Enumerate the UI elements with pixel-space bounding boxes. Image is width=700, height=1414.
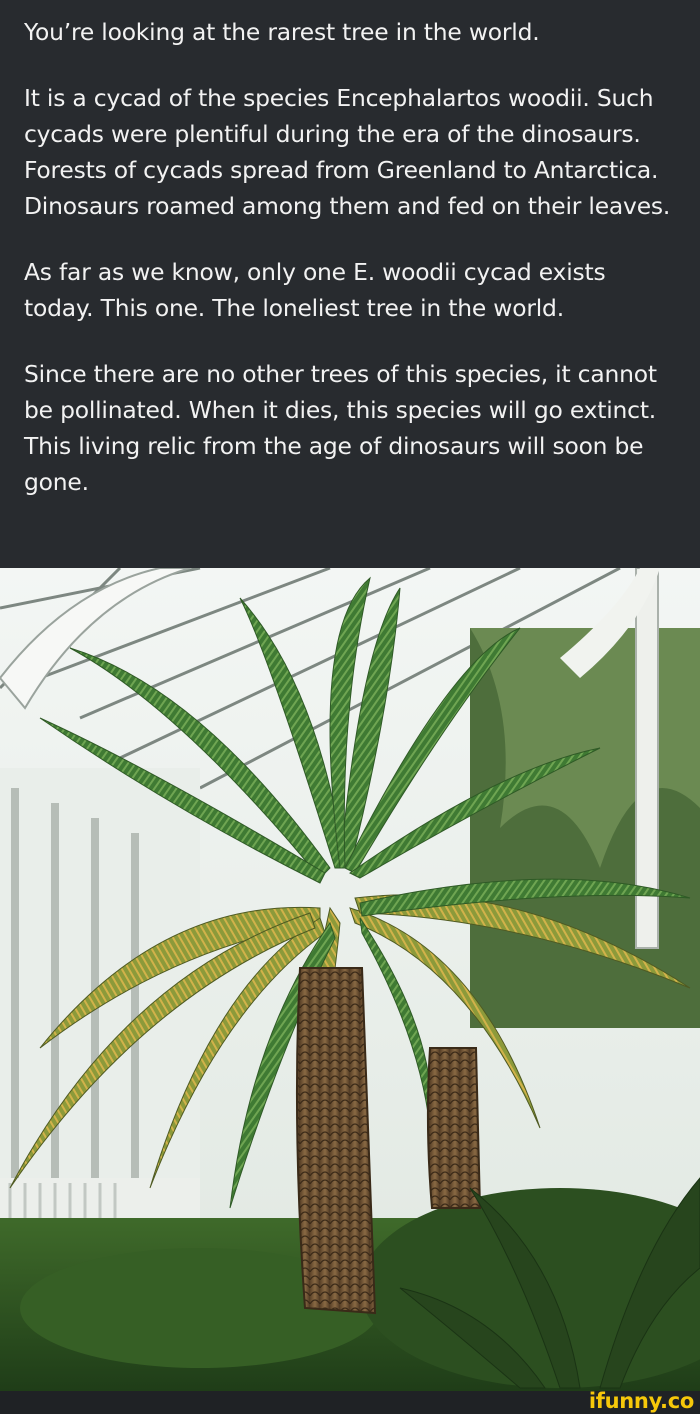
paragraph-3: As far as we know, only one E. woodii cy… xyxy=(24,258,606,322)
ifunny-watermark[interactable]: ifunny.co xyxy=(589,1390,694,1413)
post-text: You’re looking at the rarest tree in the… xyxy=(0,0,700,568)
paragraph-4: Since there are no other trees of this s… xyxy=(24,360,657,496)
paragraph-2: It is a cycad of the species Encephalart… xyxy=(24,84,671,220)
footer-bar: ifunny.co xyxy=(0,1390,700,1414)
cycad-photo[interactable] xyxy=(0,568,700,1391)
paragraph-1: You’re looking at the rarest tree in the… xyxy=(24,18,540,46)
